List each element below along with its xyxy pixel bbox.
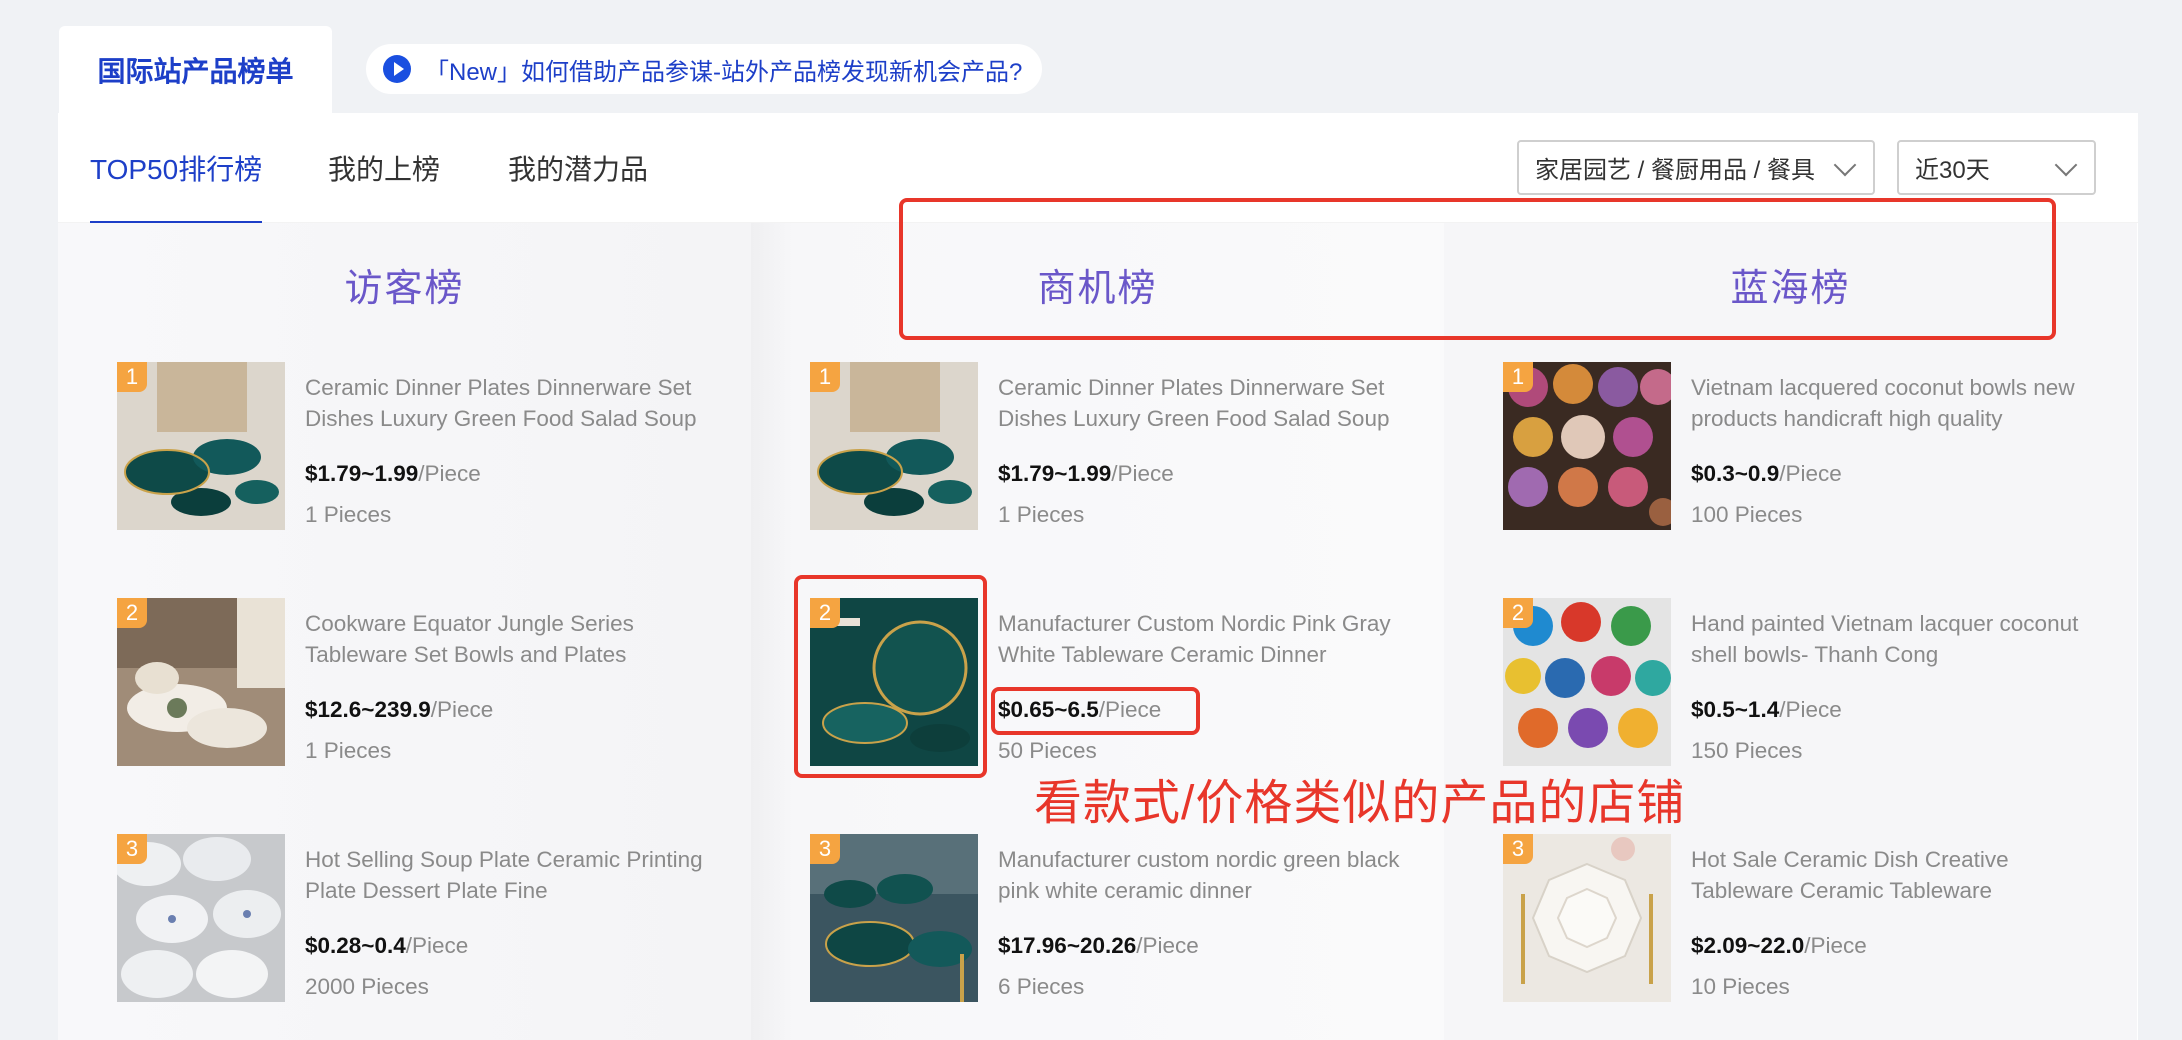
column-blue-ocean: 蓝海榜 1 Vietnam lacquered coconut bowls ne…: [1444, 223, 2137, 1040]
notice-banner[interactable]: 「New」如何借助产品参谋-站外产品榜发现新机会产品?: [366, 44, 1042, 94]
rank-badge: 2: [117, 598, 147, 628]
column-title: 蓝海榜: [1730, 268, 1851, 310]
product-title: Hot Sale Ceramic Dish Creative Tableware…: [1691, 847, 2009, 903]
annotation-text: 看款式/价格类似的产品的店铺: [1034, 777, 1686, 830]
product-moq: 50 Pieces: [998, 738, 1097, 763]
rank-badge: 2: [1503, 598, 1533, 628]
product-moq: 6 Pieces: [998, 974, 1085, 999]
column-visitors: 访客榜 1 Ceramic Dinner Plates Dinnerware S…: [58, 223, 751, 1040]
notice-text: 「New」如何借助产品参谋-站外产品榜发现新机会产品?: [425, 58, 1023, 86]
product-price: $12.6~239.9/Piece: [305, 697, 494, 722]
column-title: 商机榜: [1037, 268, 1158, 310]
product-moq: 100 Pieces: [1691, 502, 1803, 527]
subtab-bar: TOP50排行榜 我的上榜 我的潜力品 家居园艺 / 餐厨用品 / 餐具 近30…: [58, 113, 2138, 225]
rank-badge: 3: [1503, 834, 1533, 864]
product-moq: 1 Pieces: [305, 738, 392, 763]
play-icon: [383, 55, 411, 83]
column-opportunity: 商机榜 1 Ceramic Dinner Plates Dinnerware S…: [751, 223, 1444, 1040]
product-title: Hot Selling Soup Plate Ceramic Printing …: [305, 847, 703, 903]
rank-badge: 2: [810, 598, 840, 628]
chevron-down-icon: [2054, 153, 2078, 177]
list-item[interactable]: 1 Ceramic Dinner Plates Dinnerware Set D…: [810, 362, 1410, 532]
product-price: $0.28~0.4/Piece: [305, 933, 469, 958]
list-item[interactable]: 3 Hot Selling Soup Plate Ceramic Printin…: [117, 834, 717, 1004]
rank-badge: 3: [810, 834, 840, 864]
list-item[interactable]: 1 Ceramic Dinner Plates Dinnerware Set D…: [117, 362, 717, 532]
product-title: Cookware Equator Jungle Series Tableware…: [305, 611, 634, 667]
product-title: Ceramic Dinner Plates Dinnerware Set Dis…: [998, 375, 1390, 431]
rank-badge: 1: [1503, 362, 1533, 392]
rank-badge: 1: [810, 362, 840, 392]
period-select-value: 近30天: [1915, 157, 1990, 184]
product-moq: 1 Pieces: [305, 502, 392, 527]
list-item[interactable]: 1 Vietnam lacquered coconut bowls new pr…: [1503, 362, 2103, 532]
product-title: Manufacturer custom nordic green black p…: [998, 847, 1400, 903]
product-title: Ceramic Dinner Plates Dinnerware Set Dis…: [305, 375, 697, 431]
list-item[interactable]: 3 Hot Sale Ceramic Dish Creative Tablewa…: [1503, 834, 2103, 1004]
list-item[interactable]: 2 Hand painted Vietnam lacquer coconut s…: [1503, 598, 2103, 768]
product-price: $0.5~1.4/Piece: [1691, 697, 1842, 722]
product-moq: 10 Pieces: [1691, 974, 1790, 999]
product-price: $1.79~1.99/Piece: [305, 461, 481, 486]
product-title: Vietnam lacquered coconut bowls new prod…: [1691, 375, 2075, 431]
product-price: $1.79~1.99/Piece: [998, 461, 1174, 486]
category-select[interactable]: 家居园艺 / 餐厨用品 / 餐具: [1517, 140, 1875, 195]
tab-top50[interactable]: TOP50排行榜: [90, 113, 263, 225]
ranking-panel: TOP50排行榜 我的上榜 我的潜力品 家居园艺 / 餐厨用品 / 餐具 近30…: [58, 113, 2138, 1040]
product-price: $2.09~22.0/Piece: [1691, 933, 1867, 958]
product-price: $17.96~20.26/Piece: [998, 933, 1199, 958]
product-moq: 2000 Pieces: [305, 974, 429, 999]
rank-badge: 1: [117, 362, 147, 392]
list-item[interactable]: 2 Manufacturer Custom Nordic Pink Gray W…: [810, 598, 1410, 768]
product-moq: 1 Pieces: [998, 502, 1085, 527]
tab-my-potential[interactable]: 我的潜力品: [508, 113, 648, 223]
period-select[interactable]: 近30天: [1897, 140, 2096, 195]
list-item[interactable]: 3 Manufacturer custom nordic green black…: [810, 834, 1410, 1004]
product-title: Manufacturer Custom Nordic Pink Gray Whi…: [998, 611, 1391, 667]
tab-product-ranking[interactable]: 国际站产品榜单: [59, 26, 332, 114]
column-title: 访客榜: [344, 268, 465, 310]
category-select-value: 家居园艺 / 餐厨用品 / 餐具: [1535, 157, 1816, 184]
chevron-down-icon: [1833, 153, 1857, 177]
product-moq: 150 Pieces: [1691, 738, 1803, 763]
list-item[interactable]: 2 Cookware Equator Jungle Series Tablewa…: [117, 598, 717, 768]
product-title: Hand painted Vietnam lacquer coconut she…: [1691, 611, 2079, 667]
product-price: $0.3~0.9/Piece: [1691, 461, 1842, 486]
product-price: $0.65~6.5/Piece: [998, 697, 1162, 722]
tab-my-ranked[interactable]: 我的上榜: [328, 113, 440, 223]
rank-badge: 3: [117, 834, 147, 864]
